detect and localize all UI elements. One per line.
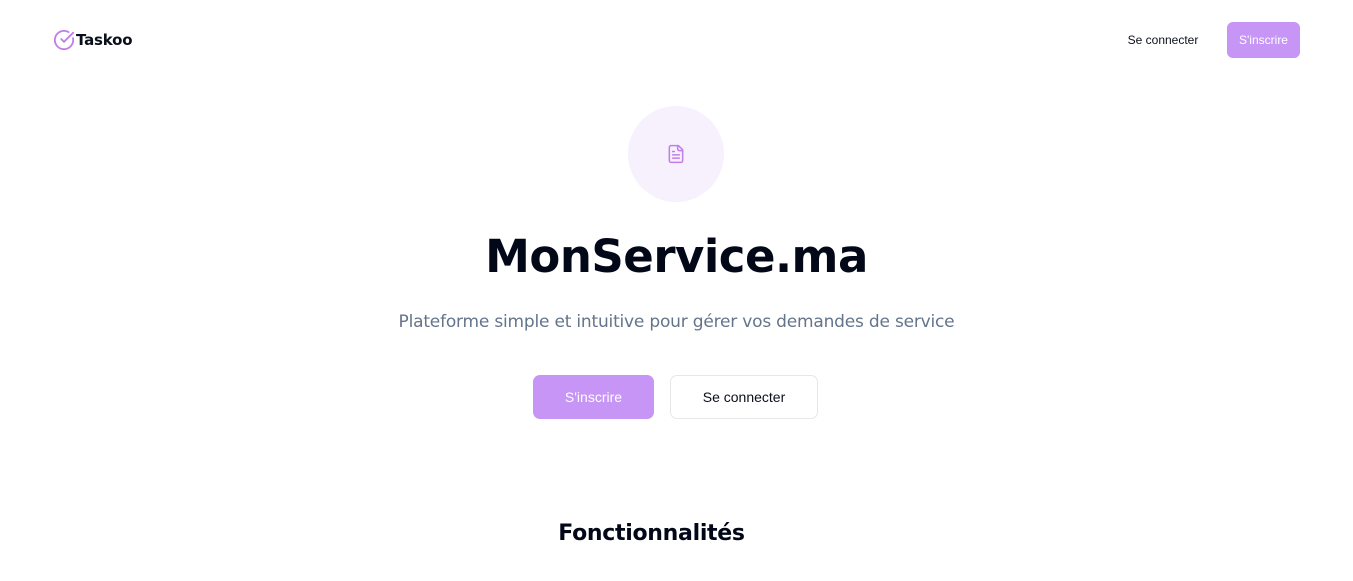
hero-subtitle: Plateforme simple et intuitive pour gére… xyxy=(398,312,955,332)
hero-signup-button[interactable]: S'inscrire xyxy=(533,375,654,419)
header-signup-button[interactable]: S'inscrire xyxy=(1227,22,1300,58)
top-navbar: Taskoo Se connecter S'inscrire xyxy=(0,0,1353,80)
brand-name: Taskoo xyxy=(76,31,133,49)
landing-page: Taskoo Se connecter S'inscrire MonServic… xyxy=(0,0,1353,581)
hero-login-button[interactable]: Se connecter xyxy=(670,375,818,419)
check-circle-icon xyxy=(53,29,75,51)
file-text-icon xyxy=(666,143,686,165)
hero-title: MonService.ma xyxy=(485,230,868,283)
header-login-button[interactable]: Se connecter xyxy=(1116,22,1210,58)
hero-icon-badge xyxy=(628,106,724,202)
brand-logo-link[interactable]: Taskoo xyxy=(53,29,133,51)
features-heading: Fonctionnalités xyxy=(558,521,745,546)
